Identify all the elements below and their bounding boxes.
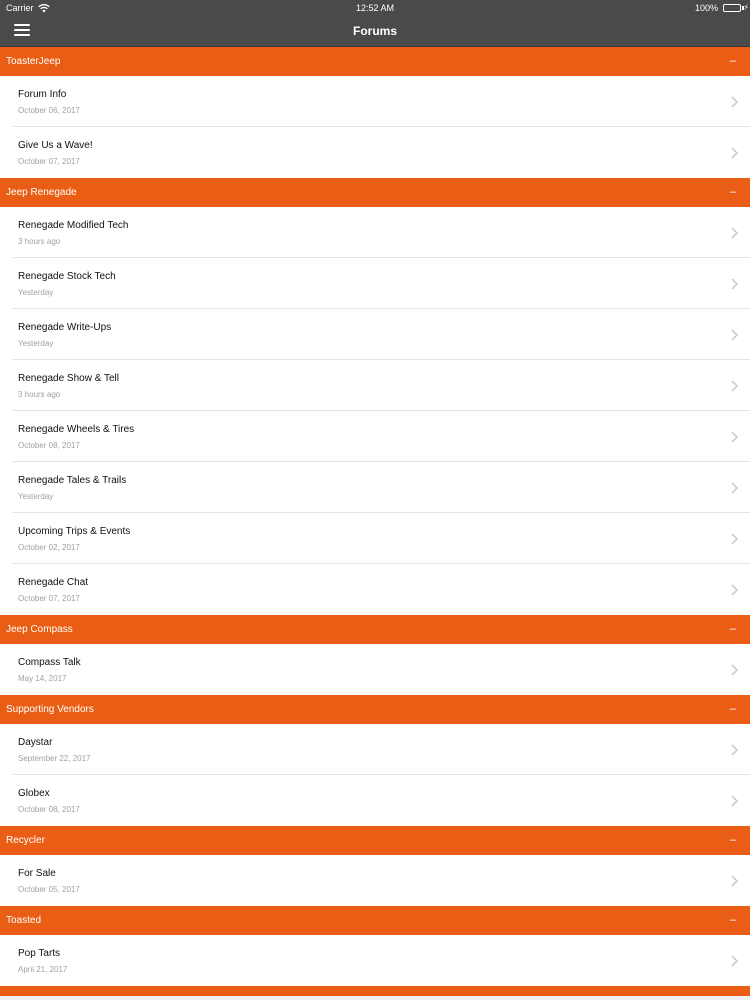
forum-last-post-date: October 05, 2017 xyxy=(18,885,80,894)
forum-name: Renegade Stock Tech xyxy=(18,271,116,282)
collapse-icon[interactable]: – xyxy=(730,906,736,935)
forum-name: Daystar xyxy=(18,737,53,748)
forum-name: Pop Tarts xyxy=(18,948,61,959)
forum-last-post-date: October 06, 2017 xyxy=(18,106,80,115)
forum-last-post-date: Yesterday xyxy=(18,339,54,348)
chevron-right-icon xyxy=(731,329,739,341)
section-title: Jeep Compass xyxy=(6,624,73,635)
section-header[interactable]: ToasterJeep – xyxy=(0,47,750,76)
collapse-icon[interactable]: – xyxy=(730,615,736,644)
navigation-bar: Forums xyxy=(0,16,750,47)
section-title: Supporting Vendors xyxy=(6,704,94,715)
hamburger-menu-icon[interactable] xyxy=(14,24,30,38)
forum-name: Forum Info xyxy=(18,89,67,100)
section-header[interactable]: Recycler – xyxy=(0,826,750,855)
chevron-right-icon xyxy=(731,482,739,494)
forum-row[interactable]: Give Us a Wave! October 07, 2017 xyxy=(0,127,750,178)
chevron-right-icon xyxy=(731,875,739,887)
battery-icon xyxy=(723,4,741,12)
status-bar: Carrier 12:52 AM 100% ⚡ xyxy=(0,0,750,16)
forum-row[interactable]: Renegade Show & Tell 3 hours ago xyxy=(0,360,750,411)
chevron-right-icon xyxy=(731,533,739,545)
chevron-right-icon xyxy=(731,431,739,443)
forum-last-post-date: October 07, 2017 xyxy=(18,157,80,166)
forum-last-post-date: 3 hours ago xyxy=(18,237,61,246)
forum-name: Renegade Wheels & Tires xyxy=(18,424,135,435)
section-header[interactable]: Jeep Renegade – xyxy=(0,178,750,207)
forum-row[interactable]: Renegade Chat October 07, 2017 xyxy=(0,564,750,615)
forum-row[interactable]: Upcoming Trips & Events October 02, 2017 xyxy=(0,513,750,564)
forum-row[interactable]: Renegade Stock Tech Yesterday xyxy=(0,258,750,309)
forum-last-post-date: 3 hours ago xyxy=(18,390,61,399)
forum-last-post-date: April 21, 2017 xyxy=(18,965,68,974)
forum-name: Upcoming Trips & Events xyxy=(18,526,131,537)
forum-list: ToasterJeep – Forum Info October 06, 2017 Gi… xyxy=(0,47,750,996)
collapse-icon[interactable]: – xyxy=(730,178,736,207)
clock: 12:52 AM xyxy=(355,3,395,13)
next-section-header-partial xyxy=(0,986,750,996)
section-header[interactable]: Supporting Vendors – xyxy=(0,695,750,724)
forum-row[interactable]: Forum Info October 06, 2017 xyxy=(0,76,750,127)
forum-last-post-date: October 08, 2017 xyxy=(18,441,80,450)
forum-name: Renegade Modified Tech xyxy=(18,220,129,231)
section-title: Toasted xyxy=(6,915,42,926)
forum-name: Compass Talk xyxy=(18,657,81,668)
chevron-right-icon xyxy=(731,96,739,108)
forum-name: Renegade Chat xyxy=(18,577,89,588)
forum-row[interactable]: Renegade Tales & Trails Yesterday xyxy=(0,462,750,513)
forum-row[interactable]: Renegade Wheels & Tires October 08, 2017 xyxy=(0,411,750,462)
forum-row[interactable]: Renegade Modified Tech 3 hours ago xyxy=(0,207,750,258)
section-header[interactable]: Toasted – xyxy=(0,906,750,935)
chevron-right-icon xyxy=(731,380,739,392)
charging-icon: ⚡ xyxy=(743,3,749,12)
section-title: Jeep Renegade xyxy=(6,187,77,198)
forum-last-post-date: Yesterday xyxy=(18,288,54,297)
collapse-icon[interactable]: – xyxy=(730,826,736,855)
chevron-right-icon xyxy=(731,664,739,676)
battery-percentage: 100% xyxy=(694,3,718,13)
chevron-right-icon xyxy=(731,744,739,756)
forum-name: Renegade Show & Tell xyxy=(18,373,119,384)
forum-name: Give Us a Wave! xyxy=(18,140,93,151)
forum-name: Renegade Write-Ups xyxy=(18,322,112,333)
section-title: ToasterJeep xyxy=(6,56,61,67)
chevron-right-icon xyxy=(731,147,739,159)
forum-last-post-date: October 02, 2017 xyxy=(18,543,80,552)
forum-name: For Sale xyxy=(18,868,56,879)
chevron-right-icon xyxy=(731,278,739,290)
chevron-right-icon xyxy=(731,227,739,239)
forum-row[interactable]: Globex October 08, 2017 xyxy=(0,775,750,826)
chevron-right-icon xyxy=(731,584,739,596)
section-title: Recycler xyxy=(6,835,45,846)
forum-row[interactable]: Compass Talk May 14, 2017 xyxy=(0,644,750,695)
chevron-right-icon xyxy=(731,955,739,967)
page-title: Forums xyxy=(352,24,397,38)
collapse-icon[interactable]: – xyxy=(730,695,736,724)
forum-name: Globex xyxy=(18,788,50,799)
forum-row[interactable]: Daystar September 22, 2017 xyxy=(0,724,750,775)
forum-row[interactable]: Renegade Write-Ups Yesterday xyxy=(0,309,750,360)
forum-last-post-date: October 07, 2017 xyxy=(18,594,80,603)
forum-row[interactable]: Pop Tarts April 21, 2017 xyxy=(0,935,750,986)
forum-name: Renegade Tales & Trails xyxy=(18,475,127,486)
chevron-right-icon xyxy=(731,795,739,807)
section-header[interactable]: Jeep Compass – xyxy=(0,615,750,644)
forum-last-post-date: May 14, 2017 xyxy=(18,674,67,683)
collapse-icon[interactable]: – xyxy=(730,47,736,76)
forum-last-post-date: October 08, 2017 xyxy=(18,805,80,814)
forum-last-post-date: Yesterday xyxy=(18,492,54,501)
forum-last-post-date: September 22, 2017 xyxy=(18,754,91,763)
forum-row[interactable]: For Sale October 05, 2017 xyxy=(0,855,750,906)
